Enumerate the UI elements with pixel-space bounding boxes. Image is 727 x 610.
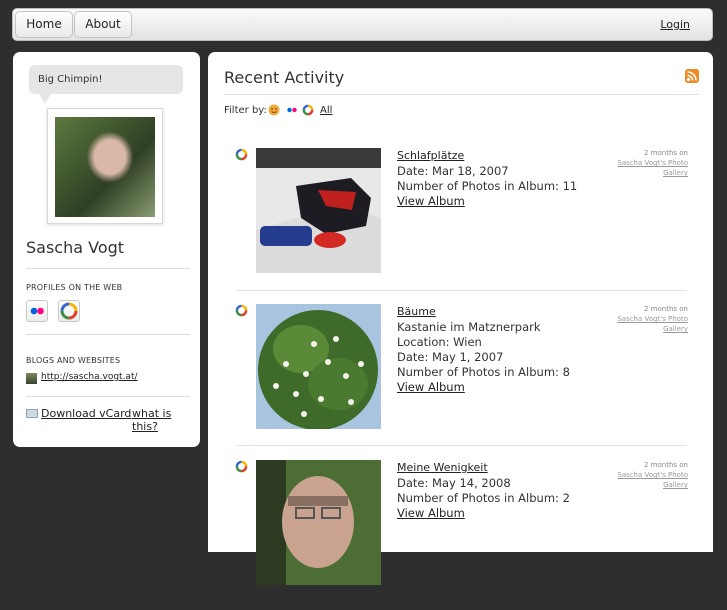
activity-panel: Recent Activity Filter by: All Schlafplä… [208, 52, 713, 585]
gallery-link[interactable]: Sascha Vogt's Photo Gallery [598, 470, 688, 490]
album-thumbnail[interactable] [256, 304, 381, 429]
view-album-link[interactable]: View Album [397, 380, 570, 395]
rss-icon[interactable] [685, 69, 699, 83]
divider [26, 268, 190, 269]
album-details: Kastanie im Matznerpark Location: Wien D… [397, 320, 570, 395]
blog-link[interactable]: http://sascha.vogt.at/ [41, 372, 138, 382]
flickr-icon [30, 307, 44, 315]
blog-favicon [26, 373, 37, 384]
page-title: Recent Activity [224, 68, 345, 87]
login-link[interactable]: Login [660, 18, 690, 31]
nav-about-button[interactable]: About [74, 11, 132, 38]
divider [236, 445, 687, 446]
top-nav-bar: Home About Login [12, 8, 713, 41]
divider [26, 334, 190, 335]
status-bubble: Big Chimpin! [29, 65, 183, 94]
album-detail-line: Location: Wien [397, 335, 482, 349]
album-details: Date: May 14, 2008 Number of Photos in A… [397, 476, 570, 521]
album-thumbnail[interactable] [256, 148, 381, 273]
filter-picasa-icon[interactable] [302, 104, 314, 116]
profile-name: Sascha Vogt [26, 238, 125, 257]
album-thumbnail[interactable] [256, 460, 381, 585]
activity-timestamp: 2 months on [644, 305, 688, 313]
divider [224, 94, 699, 95]
album-title-link[interactable]: Meine Wenigkeit [397, 461, 488, 474]
divider [236, 290, 687, 291]
gallery-link[interactable]: Sascha Vogt's Photo Gallery [598, 314, 688, 334]
picasa-profile-button[interactable] [58, 300, 80, 322]
album-detail-line: Date: May 14, 2008 [397, 476, 511, 490]
activity-item: Bäume Kastanie im Matznerpark Location: … [208, 304, 713, 454]
album-detail-line: Number of Photos in Album: 8 [397, 365, 570, 379]
album-detail-line: Kastanie im Matznerpark [397, 320, 541, 334]
profiles-heading: PROFILES ON THE WEB [26, 283, 123, 292]
picasa-icon [60, 302, 78, 320]
nav-home-button[interactable]: Home [15, 11, 73, 38]
avatar-frame [47, 108, 163, 224]
picasa-icon [235, 148, 248, 161]
view-album-link[interactable]: View Album [397, 194, 577, 209]
album-detail-line: Number of Photos in Album: 2 [397, 491, 570, 505]
what-is-this-link[interactable]: what is this? [132, 407, 200, 433]
album-detail-line: Number of Photos in Album: 11 [397, 179, 578, 193]
avatar [55, 117, 155, 217]
download-vcard-link[interactable]: Download vCard [41, 407, 131, 420]
blogs-heading: BLOGS AND WEBSITES [26, 356, 121, 365]
filter-all-link[interactable]: All [320, 105, 332, 116]
album-details: Date: Mar 18, 2007 Number of Photos in A… [397, 164, 577, 209]
picasa-icon [235, 304, 248, 317]
album-title-link[interactable]: Bäume [397, 305, 436, 318]
album-detail-line: Date: May 1, 2007 [397, 350, 504, 364]
picasa-icon [235, 460, 248, 473]
flickr-profile-button[interactable] [26, 300, 48, 322]
status-bubble-tail [39, 94, 51, 104]
vcard-icon [26, 409, 38, 418]
divider [26, 396, 190, 397]
view-album-link[interactable]: View Album [397, 506, 570, 521]
activity-timestamp: 2 months on [644, 461, 688, 469]
activity-timestamp: 2 months on [644, 149, 688, 157]
filter-flickr-icon[interactable] [286, 104, 298, 116]
album-title-link[interactable]: Schlafplätze [397, 149, 464, 162]
album-detail-line: Date: Mar 18, 2007 [397, 164, 509, 178]
gallery-link[interactable]: Sascha Vogt's Photo Gallery [598, 158, 688, 178]
activity-item: Schlafplätze Date: Mar 18, 2007 Number o… [208, 148, 713, 298]
activity-item: Meine Wenigkeit Date: May 14, 2008 Numbe… [208, 460, 713, 610]
filter-smiley-icon[interactable] [268, 104, 280, 116]
filter-label: Filter by: [224, 105, 267, 116]
profile-sidebar: Big Chimpin! Sascha Vogt PROFILES ON THE… [13, 52, 200, 447]
